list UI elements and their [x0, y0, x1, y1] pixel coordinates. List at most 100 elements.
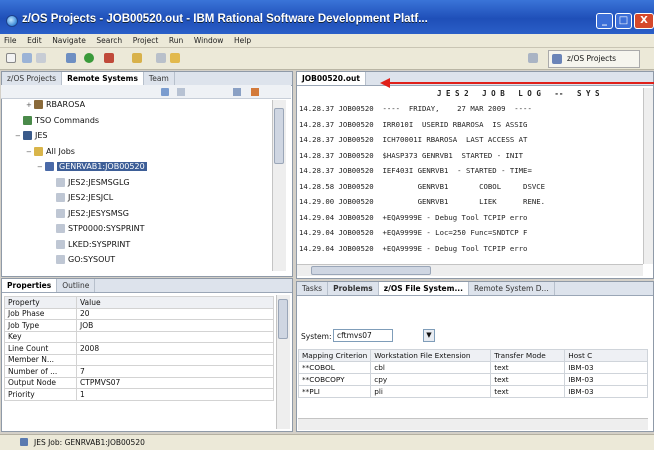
- tree-item[interactable]: JES2:JESMSGLG: [48, 177, 130, 187]
- log-line: 14.28.37 JOB00520 ---- FRIDAY, 27 MAR 20…: [299, 104, 532, 113]
- maximize-button[interactable]: □: [615, 13, 632, 29]
- back-icon[interactable]: [156, 53, 166, 63]
- tree-item-label: TSO Commands: [35, 115, 100, 125]
- props-tab-bar: Properties Outline: [2, 279, 292, 293]
- tab-remote-systems[interactable]: Remote Systems: [62, 72, 144, 85]
- jes-icon: [23, 131, 32, 140]
- property-name: Job Type: [4, 319, 77, 332]
- mapping-row[interactable]: **COBOL cbl text IBM-03: [297, 361, 648, 374]
- open-perspective-icon[interactable]: [528, 53, 538, 63]
- tree-scrollbar[interactable]: [272, 100, 286, 271]
- expand-toggle[interactable]: −: [26, 148, 34, 156]
- property-row[interactable]: Output Node CTPMVS07: [4, 376, 274, 389]
- tree-item[interactable]: GO:SYSOUT: [48, 255, 115, 264]
- tree-item[interactable]: − All Jobs: [26, 146, 75, 156]
- property-header[interactable]: Property: [4, 296, 77, 309]
- editor-vscrollbar[interactable]: [643, 88, 653, 264]
- tab-problems[interactable]: Problems: [328, 282, 379, 295]
- debug-icon[interactable]: [66, 53, 76, 63]
- property-name: Job Phase: [4, 307, 77, 320]
- new-icon[interactable]: [6, 53, 16, 63]
- menu-file[interactable]: File: [0, 34, 21, 45]
- save-icon[interactable]: [22, 53, 32, 63]
- forward-icon[interactable]: [170, 53, 180, 63]
- tab-zos-file-system[interactable]: z/OS File System...: [378, 282, 470, 295]
- property-row[interactable]: Number of ... 7: [4, 365, 274, 378]
- tab-properties[interactable]: Properties: [2, 279, 58, 292]
- file-icon: [56, 224, 65, 233]
- tree-item-label: All Jobs: [46, 146, 75, 156]
- tree-item[interactable]: LKED:SYSPRINT: [48, 239, 130, 249]
- transfer-mode-header[interactable]: Transfer Mode: [490, 349, 566, 362]
- menu-navigate[interactable]: Navigate: [48, 34, 90, 45]
- expand-toggle[interactable]: −: [37, 163, 45, 171]
- tree-item[interactable]: TSO Commands: [15, 115, 100, 125]
- property-row[interactable]: Job Type JOB: [4, 319, 274, 332]
- property-row[interactable]: Member N...: [4, 353, 274, 366]
- tab-job-output[interactable]: JOB00520.out: [297, 72, 366, 85]
- scroll-thumb[interactable]: [278, 299, 288, 339]
- menu-edit[interactable]: Edit: [23, 34, 46, 45]
- host-codepage-header[interactable]: Host C: [564, 349, 648, 362]
- log-line: 14.28.37 JOB00520 $HASP373 GENRVB1 START…: [299, 150, 524, 160]
- value-header[interactable]: Value: [76, 296, 274, 309]
- tree-item[interactable]: + RBAROSA: [26, 100, 85, 109]
- chevron-down-icon[interactable]: ▼: [423, 329, 435, 342]
- close-button[interactable]: X: [634, 13, 654, 29]
- property-row[interactable]: Line Count 2008: [4, 342, 274, 355]
- system-label: System:: [301, 332, 332, 341]
- property-value: 2008: [76, 342, 274, 355]
- tab-tasks[interactable]: Tasks: [297, 282, 329, 295]
- mapping-hscrollbar[interactable]: [298, 418, 648, 430]
- tree-item[interactable]: − JES: [15, 131, 48, 140]
- job-log-text[interactable]: 14.28.37 JOB00520 ---- FRIDAY, 27 MAR 20…: [297, 100, 643, 268]
- window-title: z/OS Projects - JOB00520.out - IBM Ratio…: [22, 13, 428, 25]
- editor-hscrollbar[interactable]: [297, 264, 643, 276]
- mapping-row[interactable]: **COBCOPY cpy text IBM-03: [297, 373, 648, 386]
- tree-item[interactable]: STP0000:SYSPRINT: [48, 224, 145, 233]
- property-row[interactable]: Key: [4, 330, 274, 343]
- mapping-cell: text: [490, 361, 566, 374]
- print-icon[interactable]: [36, 53, 46, 63]
- properties-view: Properties Outline Property Value Job Pha…: [1, 278, 293, 432]
- tab-remote-system-details[interactable]: Remote System D...: [469, 282, 555, 295]
- tab-zos-projects[interactable]: z/OS Projects: [2, 72, 63, 85]
- mapping-row[interactable]: **PLI pli text IBM-03: [297, 385, 648, 398]
- expand-toggle[interactable]: −: [15, 132, 23, 140]
- property-row[interactable]: Job Phase 20: [4, 307, 274, 320]
- external-tools-icon[interactable]: [104, 53, 114, 63]
- arrow-annotation: [380, 78, 654, 88]
- tree-item[interactable]: JES2:JESJCL: [48, 193, 113, 202]
- open-type-icon[interactable]: [132, 53, 142, 63]
- property-row[interactable]: Priority 1: [4, 388, 274, 401]
- scroll-thumb[interactable]: [311, 266, 431, 275]
- expand-toggle[interactable]: +: [26, 101, 34, 109]
- collapse-all-icon[interactable]: [233, 88, 241, 96]
- scroll-thumb[interactable]: [274, 108, 284, 164]
- props-scrollbar[interactable]: [276, 295, 290, 429]
- perspective-icon: [552, 54, 562, 64]
- tree-item[interactable]: − GENRVAB1:JOB00520: [37, 162, 147, 171]
- tab-outline[interactable]: Outline: [57, 279, 96, 292]
- file-icon: [56, 193, 65, 202]
- back-icon[interactable]: [161, 88, 169, 96]
- minimize-button[interactable]: _: [596, 13, 613, 29]
- file-extension-header[interactable]: Workstation File Extension: [370, 349, 492, 362]
- mapping-cell: text: [490, 373, 566, 386]
- system-icon: [34, 100, 43, 109]
- forward-icon[interactable]: [177, 88, 185, 96]
- mapping-criterion-header[interactable]: Mapping Criterion: [297, 349, 372, 362]
- run-icon[interactable]: [84, 53, 94, 63]
- menu-help[interactable]: Help: [230, 34, 255, 45]
- tree-item-label: JES2:JESJCL: [68, 193, 114, 202]
- system-select[interactable]: cftmvs07: [333, 329, 393, 342]
- property-value: [76, 330, 274, 343]
- tab-team[interactable]: Team: [144, 72, 175, 85]
- menu-run[interactable]: Run: [165, 34, 187, 45]
- link-icon[interactable]: [251, 88, 259, 96]
- app-icon: [6, 15, 18, 27]
- tree-item[interactable]: JES2:JESYSMSG: [48, 208, 129, 218]
- menu-search[interactable]: Search: [92, 34, 126, 45]
- menu-project[interactable]: Project: [129, 34, 163, 45]
- menu-window[interactable]: Window: [190, 34, 228, 45]
